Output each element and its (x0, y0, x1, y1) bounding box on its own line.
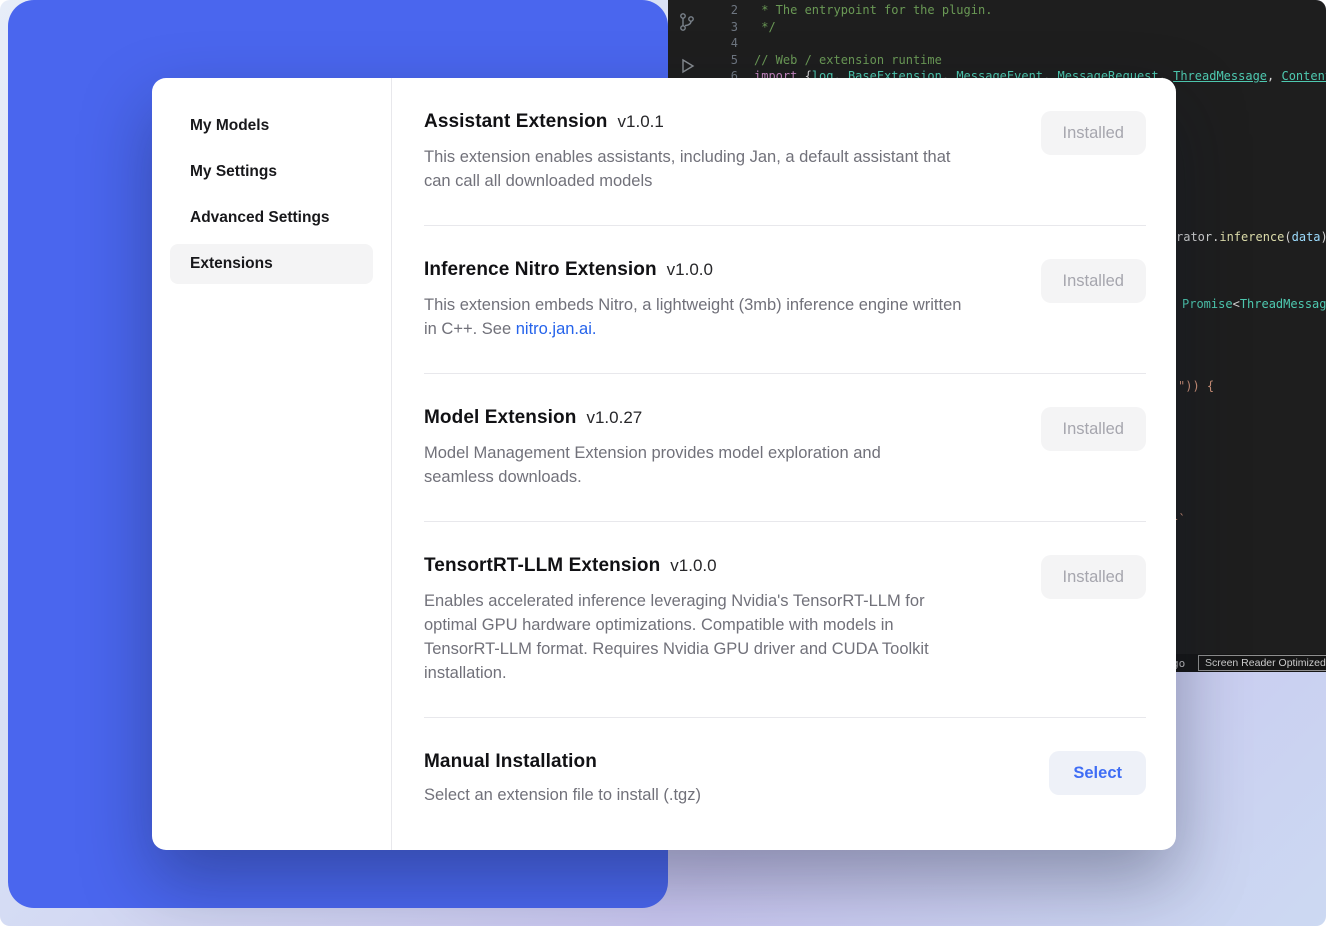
code-line: 3 */ (668, 19, 1326, 36)
screen-reader-chip: Screen Reader Optimized (1198, 655, 1326, 671)
extension-name: Inference Nitro Extension (424, 259, 657, 281)
sidebar-item-extensions[interactable]: Extensions (170, 244, 373, 284)
description-text: This extension embeds Nitro, a lightweig… (424, 296, 961, 338)
code-line: 2 * The entrypoint for the plugin. (668, 2, 1326, 19)
extension-description: This extension embeds Nitro, a lightweig… (424, 293, 969, 341)
extension-name: Model Extension (424, 407, 576, 429)
code-text: * The entrypoint for the plugin. (754, 2, 992, 19)
sidebar-item-my-models[interactable]: My Models (170, 106, 373, 146)
extension-info: TensortRT-LLM Extension v1.0.0 Enables a… (424, 555, 954, 685)
extension-title-line: TensortRT-LLM Extension v1.0.0 (424, 555, 954, 577)
installed-button: Installed (1041, 407, 1146, 451)
extension-row-tensorrt: TensortRT-LLM Extension v1.0.0 Enables a… (424, 522, 1146, 717)
extension-row-nitro: Inference Nitro Extension v1.0.0 This ex… (424, 226, 1146, 373)
installed-button: Installed (1041, 259, 1146, 303)
code-fragment: Promise<ThreadMessage> (1182, 296, 1326, 313)
extension-info: Inference Nitro Extension v1.0.0 This ex… (424, 259, 969, 341)
code-text: */ (754, 19, 776, 36)
extension-info: Model Extension v1.0.27 Model Management… (424, 407, 924, 489)
code-line: 4 (668, 35, 1326, 52)
extension-title-line: Inference Nitro Extension v1.0.0 (424, 259, 969, 281)
code-area: 2 * The entrypoint for the plugin. 3 */ … (668, 2, 1326, 85)
screen: 2 * The entrypoint for the plugin. 3 */ … (0, 0, 1326, 926)
line-number: 2 (668, 2, 738, 19)
manual-title-line: Manual Installation (424, 751, 701, 773)
extension-info: Assistant Extension v1.0.1 This extensio… (424, 111, 969, 193)
sidebar-item-advanced-settings[interactable]: Advanced Settings (170, 198, 373, 238)
extensions-panel: Assistant Extension v1.0.1 This extensio… (392, 78, 1176, 850)
extension-title-line: Model Extension v1.0.27 (424, 407, 924, 429)
extension-version: v1.0.27 (586, 408, 642, 428)
extension-row-model: Model Extension v1.0.27 Model Management… (424, 374, 1146, 521)
code-text: // Web / extension runtime (754, 52, 942, 69)
line-number: 4 (668, 35, 738, 52)
extension-row-assistant: Assistant Extension v1.0.1 This extensio… (424, 78, 1146, 225)
extension-description: Model Management Extension provides mode… (424, 441, 924, 489)
extension-description: Enables accelerated inference leveraging… (424, 589, 954, 685)
installed-button: Installed (1041, 555, 1146, 599)
extension-name: TensortRT-LLM Extension (424, 555, 660, 577)
code-fragment: ")) { (1178, 378, 1214, 395)
select-file-button[interactable]: Select (1049, 751, 1146, 795)
code-line: 5 // Web / extension runtime (668, 52, 1326, 69)
sidebar-item-my-settings[interactable]: My Settings (170, 152, 373, 192)
extension-name: Assistant Extension (424, 111, 608, 133)
extension-version: v1.0.0 (670, 556, 716, 576)
line-number: 3 (668, 19, 738, 36)
settings-modal: My Models My Settings Advanced Settings … (152, 78, 1176, 850)
extension-version: v1.0.0 (667, 260, 713, 280)
line-number: 5 (668, 52, 738, 69)
extension-version: v1.0.1 (618, 112, 664, 132)
settings-sidebar: My Models My Settings Advanced Settings … (152, 78, 392, 850)
nitro-link[interactable]: nitro.jan.ai. (516, 320, 597, 338)
manual-installation-title: Manual Installation (424, 751, 597, 773)
extension-title-line: Assistant Extension v1.0.1 (424, 111, 969, 133)
manual-installation-description: Select an extension file to install (.tg… (424, 783, 701, 807)
manual-installation-row: Manual Installation Select an extension … (424, 718, 1146, 833)
installed-button: Installed (1041, 111, 1146, 155)
extension-description: This extension enables assistants, inclu… (424, 145, 969, 193)
code-fragment: rator.inference(data)); (1176, 229, 1326, 246)
manual-installation-info: Manual Installation Select an extension … (424, 751, 701, 807)
